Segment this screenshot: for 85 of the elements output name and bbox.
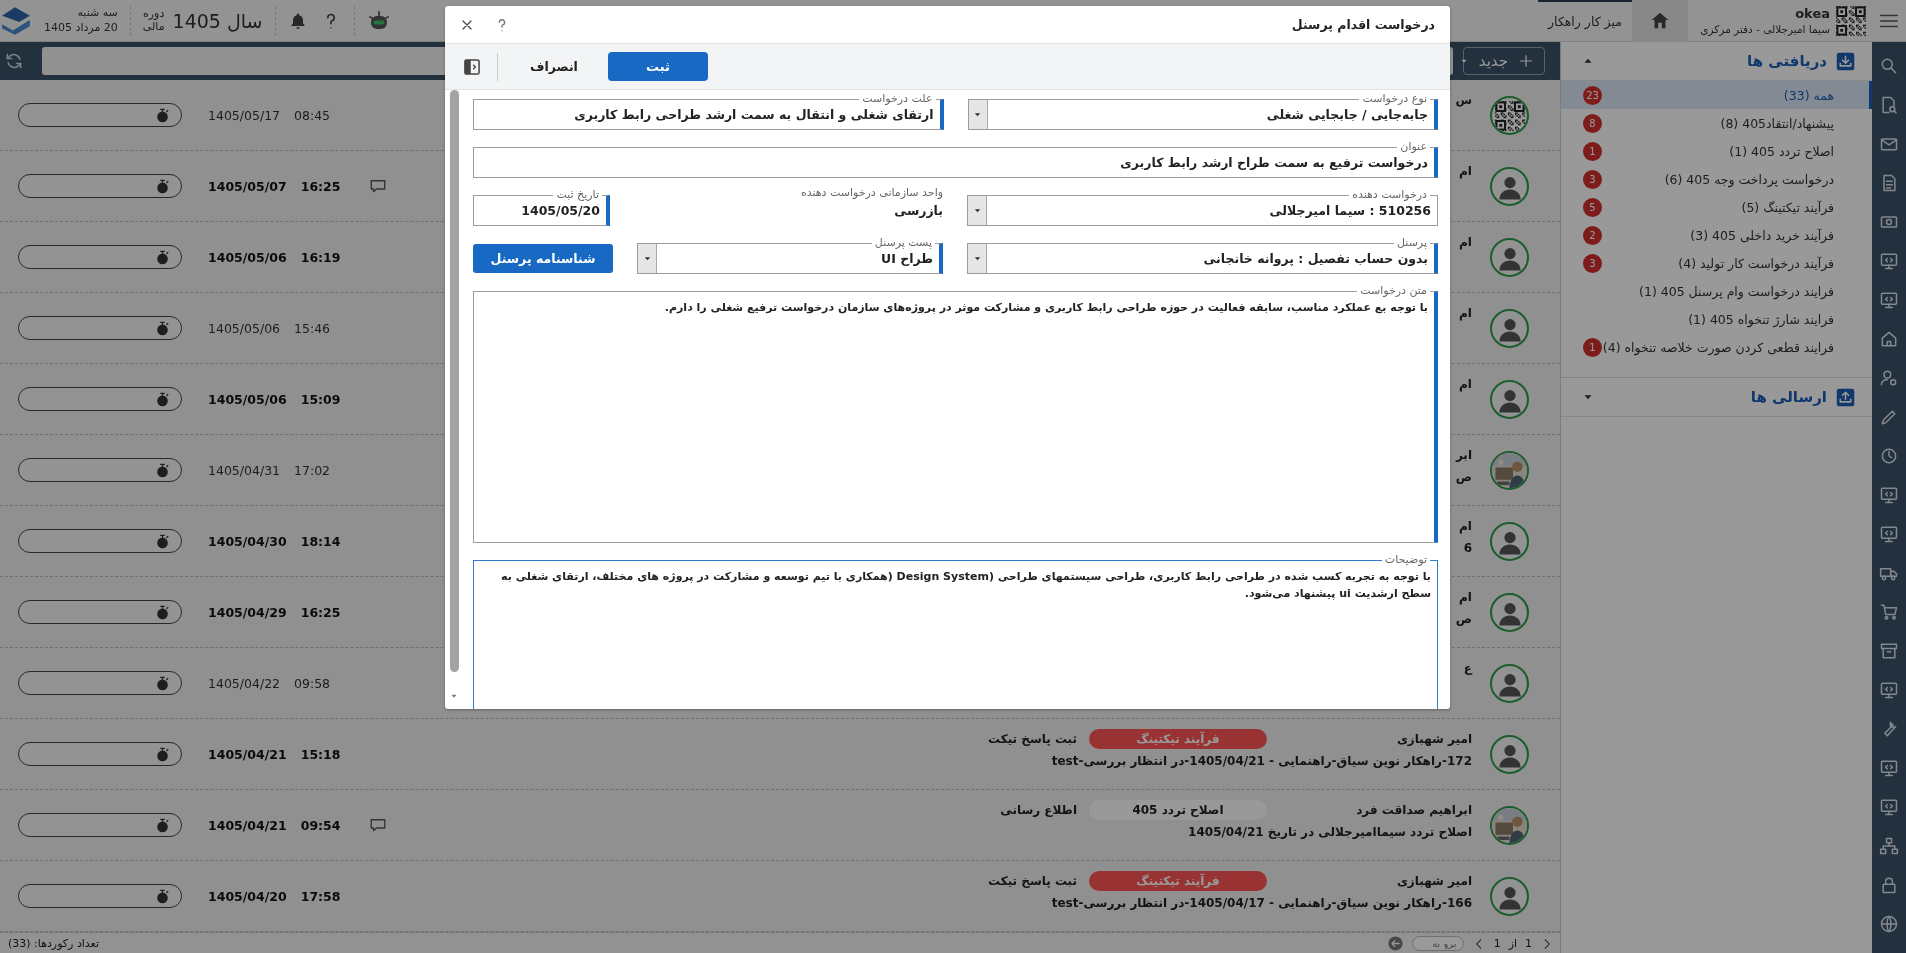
action-label: اطلاع رسانی xyxy=(1000,803,1077,817)
field-label: عنوان xyxy=(1397,140,1430,154)
message-time: 09:58 xyxy=(294,675,331,691)
sidebar-item-label: اصلاح تردد 405 (1) xyxy=(1729,143,1834,159)
message-date: 1405/04/21 xyxy=(208,817,287,833)
sender-name: س xyxy=(1455,93,1472,107)
message-date: 1405/04/29 xyxy=(208,604,287,620)
count-badge: 3 xyxy=(1583,169,1602,189)
sender-name: ام xyxy=(1459,306,1472,320)
message-time: 08:45 xyxy=(294,107,331,123)
category-tag: اصلاح تردد 405 xyxy=(1089,800,1267,820)
message-date: 1405/05/06 xyxy=(208,320,281,336)
message-subject: ص xyxy=(1455,612,1472,626)
field-label: علت درخواست xyxy=(859,92,936,106)
sender-name: ام xyxy=(1459,235,1472,249)
sidebar-item-label: درخواست پرداخت وجه 405 (6) xyxy=(1664,171,1834,187)
message-time: 09:54 xyxy=(300,817,341,833)
sidebar-item-label: فرایند قطعی کردن صورت خلاصه تنخواه (4) xyxy=(1602,339,1834,355)
message-date: 1405/05/17 xyxy=(208,107,281,123)
field-label: واحد سازمانی درخواست دهنده xyxy=(800,186,943,199)
field-value: بازرسی xyxy=(894,203,943,218)
count-badge: 2 xyxy=(1583,225,1602,245)
message-time: 15:46 xyxy=(294,320,331,336)
message-subject: 172-راهکار نوین سیاق-راهنمایی - 1405/04/21-در انتظار بررسی-test xyxy=(1051,754,1472,768)
fiscal-period-label: دوره مالی xyxy=(142,7,165,34)
message-time: 17:02 xyxy=(294,462,331,478)
count-badge: 3 xyxy=(1583,253,1602,273)
message-time: 16:19 xyxy=(300,249,341,265)
total-pages: 1 xyxy=(1493,937,1501,950)
sender-name: ام xyxy=(1459,590,1472,604)
sidebar-item-label: پیشنهاد/انتقاد405 (8) xyxy=(1720,115,1834,131)
message-subject: 166-راهکار نوین سیاق-راهنمایی - 1405/04/17-در انتظار بررسی-test xyxy=(1051,896,1472,910)
message-subject: 6 xyxy=(1463,541,1472,555)
weekday-label: سه شنبه xyxy=(76,5,118,21)
message-date: 1405/05/06 xyxy=(208,391,287,407)
user-name: okea xyxy=(1795,6,1830,21)
sidebar-item-label: همه (33) xyxy=(1783,87,1834,103)
sender-name: ع xyxy=(1463,661,1472,675)
message-date: 1405/05/07 xyxy=(208,178,287,194)
count-badge: 5 xyxy=(1583,197,1602,217)
sender-name: ام xyxy=(1459,164,1472,178)
message-time: 18:14 xyxy=(300,533,341,549)
count-badge: 8 xyxy=(1583,113,1602,133)
sender-name: ابر xyxy=(1455,448,1472,462)
message-date: 1405/04/21 xyxy=(208,746,287,762)
message-subject: اصلاح تردد سیماامیرجلالی در تاریخ 1405/04/21 xyxy=(1188,825,1472,839)
date-label: 20 مرداد 1405 xyxy=(44,20,118,36)
message-date: 1405/04/31 xyxy=(208,462,281,478)
message-date: 1405/04/22 xyxy=(208,675,281,691)
field-label: پرسنل xyxy=(1394,236,1430,250)
page-of-label: از xyxy=(1508,937,1517,950)
field-label: نوع درخواست xyxy=(1359,92,1430,106)
message-date: 1405/05/06 xyxy=(208,249,287,265)
field-label: تاریخ ثبت xyxy=(553,188,602,202)
sender-name: ابراهیم صداقت فرد xyxy=(1355,803,1472,817)
category-tag: فرآیند تیکتینگ xyxy=(1089,729,1267,749)
sidebar-item-label: فرآیند تیکتینگ (5) xyxy=(1741,199,1834,215)
message-time: 17:58 xyxy=(300,888,341,904)
sidebar-item-label: فرآیند درخواست کار تولید (4) xyxy=(1678,255,1834,271)
action-label: ثبت پاسخ تیکت xyxy=(988,732,1077,746)
field-label: پست پرسنل xyxy=(871,236,935,250)
field-label: توضیحات xyxy=(1381,553,1430,567)
message-time: 16:25 xyxy=(300,604,341,620)
message-subject: ص xyxy=(1455,470,1472,484)
message-time: 15:09 xyxy=(300,391,341,407)
sidebar-item-label: فرآیند خرید داخلی 405 (3) xyxy=(1690,227,1834,243)
field-label: درخواست دهنده xyxy=(1349,188,1430,202)
count-badge: 1 xyxy=(1583,141,1602,161)
count-badge: 23 xyxy=(1583,85,1602,105)
count-badge: 1 xyxy=(1583,337,1602,357)
message-date: 1405/04/30 xyxy=(208,533,287,549)
message-time: 16:25 xyxy=(300,178,341,194)
record-count: تعداد رکوردها: (33) xyxy=(8,937,99,950)
sender-name: امیر شهبازی xyxy=(1395,874,1472,888)
message-date: 1405/04/20 xyxy=(208,888,287,904)
sender-name: امیر شهبازی xyxy=(1395,732,1472,746)
sender-name: ام xyxy=(1459,519,1472,533)
dialog-title: درخواست اقدام پرسنل xyxy=(1291,17,1435,32)
action-label: ثبت پاسخ تیکت xyxy=(988,874,1077,888)
sender-name: ام xyxy=(1459,377,1472,391)
field-label: متن درخواست xyxy=(1357,284,1430,298)
message-time: 15:18 xyxy=(300,746,341,762)
category-tag: فرآیند تیکتینگ xyxy=(1089,871,1267,891)
current-page: 1 xyxy=(1525,937,1532,950)
user-subtitle: سیما امیرجلالی - دفتر مرکزی xyxy=(1700,23,1830,35)
